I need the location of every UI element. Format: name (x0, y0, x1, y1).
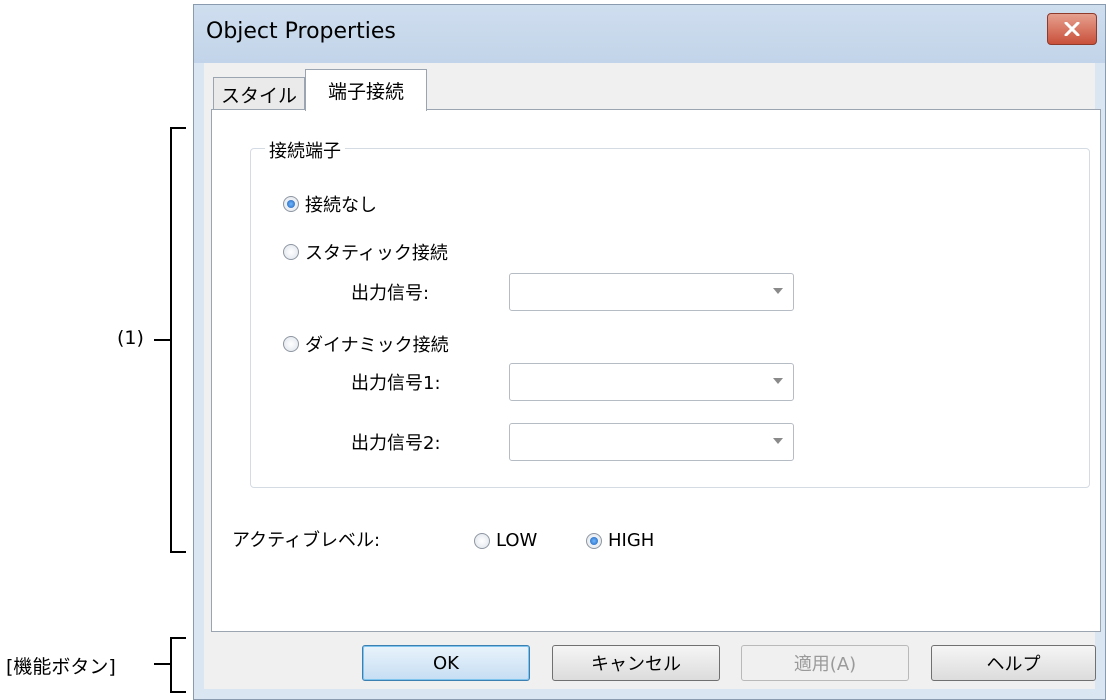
chevron-down-icon (773, 438, 783, 444)
output-signal-1-combo[interactable] (509, 363, 794, 401)
radio-indicator (283, 336, 299, 352)
function-buttons-bracket (170, 637, 186, 693)
help-button[interactable]: ヘルプ (931, 645, 1096, 681)
close-icon (1064, 22, 1080, 36)
output-signal-2-label: 出力信号2: (351, 433, 441, 454)
close-button[interactable] (1047, 13, 1097, 45)
radio-static-connection[interactable]: スタティック接続 (283, 239, 448, 265)
tab-style[interactable]: スタイル (213, 77, 305, 111)
chevron-down-icon (773, 378, 783, 384)
radio-label: 接続なし (305, 195, 377, 216)
ok-button[interactable]: OK (362, 645, 530, 681)
object-properties-dialog: Object Properties スタイル 端子接続 接続端子 接続なし スタ… (193, 4, 1106, 700)
tab-pin-connection[interactable]: 端子接続 (305, 69, 427, 111)
section1-annotation: (1) (117, 327, 144, 349)
connection-pin-group: 接続端子 接続なし スタティック接続 出力信号: ダイナミック接続 出力信号1:… (250, 137, 1090, 488)
window-title: Object Properties (206, 19, 396, 44)
radio-high[interactable]: HIGH (586, 530, 654, 551)
radio-label: ダイナミック接続 (305, 335, 449, 356)
output-signal-label: 出力信号: (351, 283, 430, 304)
radio-indicator (283, 196, 299, 212)
radio-indicator (283, 244, 299, 260)
output-signal-2-combo[interactable] (509, 423, 794, 461)
section1-tick (154, 339, 170, 341)
section1-bracket (170, 127, 186, 553)
radio-low[interactable]: LOW (474, 530, 537, 551)
group-legend: 接続端子 (265, 137, 345, 163)
radio-dynamic-connection[interactable]: ダイナミック接続 (283, 331, 449, 357)
radio-label: LOW (496, 530, 538, 551)
title-bar[interactable]: Object Properties (194, 5, 1105, 63)
radio-label: スタティック接続 (305, 243, 448, 264)
active-level-label: アクティブレベル: (232, 530, 381, 551)
function-buttons-tick (154, 663, 170, 665)
radio-label: HIGH (608, 530, 655, 551)
radio-indicator (586, 532, 602, 549)
output-signal-combo[interactable] (509, 273, 794, 311)
cancel-button[interactable]: キャンセル (552, 645, 720, 681)
tab-panel-pin-connection: 接続端子 接続なし スタティック接続 出力信号: ダイナミック接続 出力信号1:… (211, 109, 1101, 632)
radio-no-connection[interactable]: 接続なし (283, 191, 377, 217)
chevron-down-icon (773, 288, 783, 294)
function-buttons-annotation: [機能ボタン] (6, 656, 116, 678)
output-signal-1-label: 出力信号1: (351, 373, 441, 394)
radio-indicator (474, 532, 490, 549)
apply-button[interactable]: 適用(A) (741, 645, 909, 681)
dialog-client: スタイル 端子接続 接続端子 接続なし スタティック接続 出力信号: ダイナミッ… (204, 63, 1101, 689)
